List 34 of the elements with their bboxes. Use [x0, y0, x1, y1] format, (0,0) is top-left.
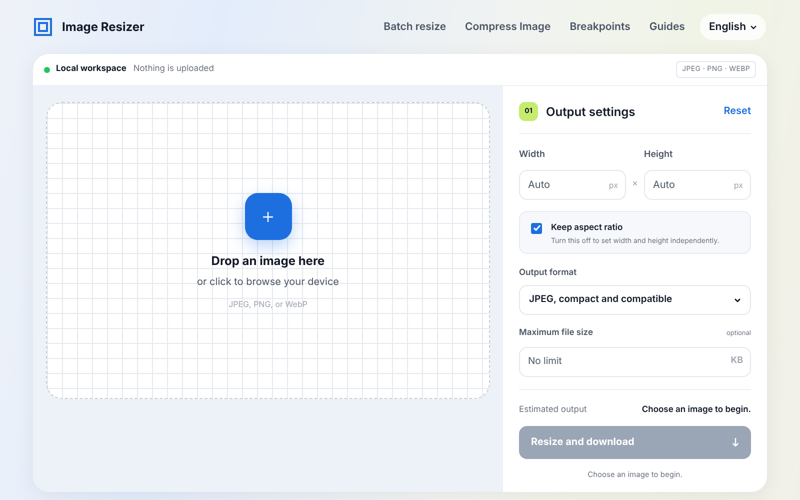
app-name: Image Resizer	[62, 18, 144, 36]
language-button[interactable]: English	[700, 14, 766, 40]
unit-label: px	[734, 178, 743, 190]
unit-label: KB	[730, 354, 743, 368]
plus-icon	[263, 212, 273, 222]
nav-link[interactable]: Batch resize	[384, 19, 446, 35]
check-icon	[532, 224, 540, 232]
estimate-value: Choose an image to begin.	[642, 404, 751, 416]
reset-button[interactable]: Reset	[724, 104, 751, 119]
upload-note: Nothing is uploaded	[133, 63, 214, 76]
aspect-label: Keep aspect ratio	[551, 222, 624, 234]
field-label: Height	[644, 148, 674, 162]
aspect-checkbox[interactable]	[531, 222, 542, 234]
field-label: Width	[519, 148, 546, 162]
unit-label: px	[608, 178, 618, 190]
nav-link[interactable]: Guides	[649, 19, 685, 35]
nav-link[interactable]: Breakpoints	[570, 19, 630, 35]
estimate-label: Estimated output	[519, 404, 587, 416]
times-sign: ×	[632, 177, 638, 191]
down-arrow-icon	[732, 438, 739, 448]
caret-icon	[750, 24, 757, 30]
max-size-label: Maximum file size	[519, 327, 593, 340]
format-select[interactable]: JPEG, compact and compatible	[519, 285, 751, 316]
nav-link[interactable]: Compress Image	[465, 19, 551, 35]
dropzone-title: Drop an image here	[211, 252, 325, 270]
dropzone-subtitle: or click to browse your device	[196, 275, 340, 290]
dropzone[interactable]: Drop an image here or click to browse your device JPEG, PNG, or WebP	[46, 102, 490, 399]
format-label: Output format	[519, 266, 578, 280]
logo-icon	[34, 18, 52, 36]
settings-title: Output settings	[546, 102, 636, 120]
workspace-title: Local workspace	[56, 63, 126, 76]
dropzone-formats: JPEG, PNG, or WebP	[228, 298, 308, 310]
add-image-button[interactable]	[244, 193, 292, 240]
chevron-down-icon	[734, 298, 741, 303]
